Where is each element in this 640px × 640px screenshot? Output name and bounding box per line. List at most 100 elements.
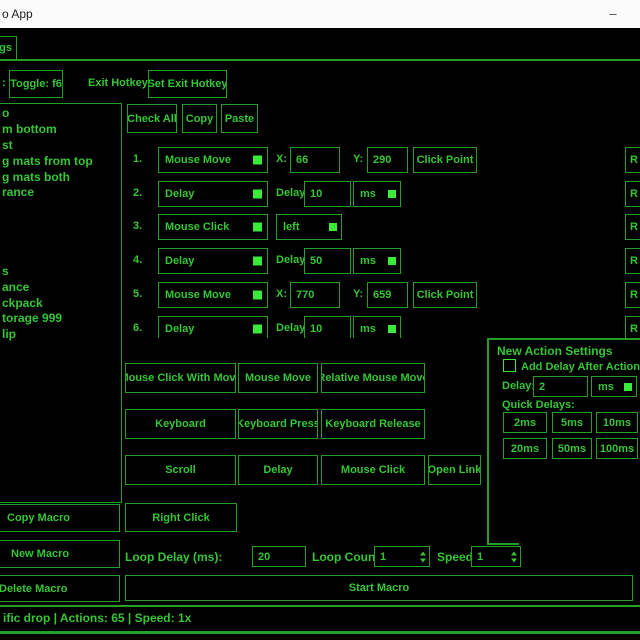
add-scroll-button[interactable]: Scroll <box>125 455 236 485</box>
y-input[interactable]: 659 <box>367 282 408 308</box>
tab-settings[interactable]: gs <box>0 36 17 60</box>
quick-delay-10ms-button[interactable]: 10ms <box>596 412 638 433</box>
stepper-down-icon[interactable] <box>511 558 517 562</box>
macro-list-item[interactable]: torage 999 <box>2 311 62 325</box>
quick-delay-100ms-button[interactable]: 100ms <box>596 438 638 459</box>
x-label: X: <box>276 153 287 165</box>
action-type-dropdown[interactable]: Delay <box>158 248 268 274</box>
stepper-down-icon[interactable] <box>420 558 426 562</box>
stepper-up-icon[interactable] <box>420 551 426 555</box>
quick-delay-5ms-button[interactable]: 5ms <box>552 412 592 433</box>
delay-input[interactable]: 10 <box>304 181 351 207</box>
delay-label: Delay <box>276 187 305 199</box>
stepper-arrows[interactable] <box>511 551 517 562</box>
unit-dropdown[interactable]: ms <box>353 248 401 274</box>
loop-delay-input[interactable]: 20 <box>252 546 306 567</box>
settings-panel-bottom-border <box>487 543 519 545</box>
add-delay-after-action-checkbox[interactable] <box>503 359 516 372</box>
quick-delay-2ms-button[interactable]: 2ms <box>503 412 547 433</box>
macro-list-item[interactable]: o <box>2 106 9 120</box>
speed-stepper[interactable]: 1 <box>471 546 521 567</box>
delay-input[interactable]: 50 <box>304 248 351 274</box>
macro-list-item[interactable]: g mats both <box>2 170 70 184</box>
macro-list-item[interactable]: g mats from top <box>2 154 93 168</box>
macro-list-item[interactable]: lip <box>2 327 16 341</box>
action-type-dropdown[interactable]: Mouse Move <box>158 147 268 173</box>
row-number: 4. <box>133 254 142 266</box>
add-mouse-click-with-move-button[interactable]: Mouse Click With Move <box>125 363 236 393</box>
macro-list-item[interactable]: st <box>2 138 13 152</box>
x-input[interactable]: 770 <box>290 282 340 308</box>
quick-delay-50ms-button[interactable]: 50ms <box>552 438 592 459</box>
macro-list-item[interactable]: m bottom <box>2 122 57 136</box>
loop-count-stepper[interactable]: 1 <box>374 546 430 567</box>
action-type-dropdown[interactable]: Delay <box>158 316 268 338</box>
macro-list-item[interactable]: s <box>2 264 9 278</box>
tab-content-border <box>0 59 640 61</box>
mouse-button-value: left <box>283 221 300 233</box>
remove-action-button[interactable]: R <box>625 147 640 173</box>
window-title: o App <box>2 7 33 21</box>
minimize-button[interactable]: – <box>598 0 628 26</box>
dropdown-indicator-icon <box>253 291 262 300</box>
copy-macro-button[interactable]: Copy Macro <box>0 504 120 532</box>
dropdown-indicator-icon <box>253 156 262 165</box>
copy-button[interactable]: Copy <box>182 104 217 133</box>
click-point-button[interactable]: Click Point <box>413 282 477 308</box>
action-type-dropdown[interactable]: Delay <box>158 181 268 207</box>
status-bar-top-border <box>0 605 640 607</box>
add-right-click-button[interactable]: Right Click <box>125 503 237 532</box>
settings-unit-dropdown[interactable]: ms <box>591 376 637 397</box>
remove-action-button[interactable]: R <box>625 316 640 338</box>
dropdown-indicator-icon <box>253 257 262 266</box>
row-number: 3. <box>133 220 142 232</box>
remove-action-button[interactable]: R <box>625 248 640 274</box>
toggle-hotkey-button[interactable]: Toggle: f6 <box>9 70 63 98</box>
add-mouse-click-button[interactable]: Mouse Click <box>321 455 425 485</box>
remove-action-button[interactable]: R <box>625 181 640 207</box>
remove-action-button[interactable]: R <box>625 282 640 308</box>
macro-list-item[interactable]: rance <box>2 185 34 199</box>
app-window: o App – gs : Toggle: f6 Exit Hotkey: Set… <box>0 0 640 640</box>
paste-button[interactable]: Paste <box>221 104 258 133</box>
stepper-up-icon[interactable] <box>511 551 517 555</box>
x-input[interactable]: 66 <box>290 147 340 173</box>
action-type-dropdown[interactable]: Mouse Click <box>158 214 268 240</box>
action-rows-scroll-area[interactable]: 1. Mouse Move X: 66 Y: 290 Click Point R… <box>125 140 640 338</box>
dropdown-indicator-icon <box>388 257 396 265</box>
unit-value: ms <box>360 255 376 267</box>
start-macro-button[interactable]: Start Macro <box>125 575 633 601</box>
status-bar-text: ific drop | Actions: 65 | Speed: 1x <box>3 611 191 625</box>
delay-input[interactable]: 10 <box>304 316 351 338</box>
stepper-arrows[interactable] <box>420 551 426 562</box>
settings-delay-input[interactable]: 2 <box>533 376 588 397</box>
add-keyboard-button[interactable]: Keyboard <box>125 409 236 439</box>
new-macro-button[interactable]: New Macro <box>0 540 120 568</box>
add-mouse-move-button[interactable]: Mouse Move <box>238 363 318 393</box>
macro-list-item[interactable]: ckpack <box>2 296 43 310</box>
set-exit-hotkey-button[interactable]: Set Exit Hotkey <box>148 70 227 98</box>
title-bar: o App – <box>0 0 640 28</box>
quick-delay-20ms-button[interactable]: 20ms <box>503 438 547 459</box>
add-open-link-button[interactable]: Open Link <box>428 455 481 485</box>
dropdown-indicator-icon <box>253 325 262 334</box>
unit-dropdown[interactable]: ms <box>353 316 401 338</box>
action-type-value: Delay <box>165 323 194 335</box>
add-delay-button[interactable]: Delay <box>238 455 318 485</box>
click-point-button[interactable]: Click Point <box>413 147 477 173</box>
add-keyboard-press-button[interactable]: Keyboard Press <box>238 409 318 439</box>
check-all-button[interactable]: Check All <box>127 104 177 133</box>
row-number: 6. <box>133 322 142 334</box>
unit-dropdown[interactable]: ms <box>353 181 401 207</box>
delete-macro-button[interactable]: Delete Macro <box>0 575 120 602</box>
macro-list-item[interactable]: ance <box>2 280 29 294</box>
mouse-button-dropdown[interactable]: left <box>276 214 342 240</box>
new-action-settings-title: New Action Settings <box>497 344 613 358</box>
action-type-dropdown[interactable]: Mouse Move <box>158 282 268 308</box>
loop-count-label: Loop Count: <box>312 550 383 564</box>
add-relative-mouse-move-button[interactable]: Relative Mouse Move <box>321 363 425 393</box>
y-input[interactable]: 290 <box>367 147 408 173</box>
add-keyboard-release-button[interactable]: Keyboard Release <box>321 409 425 439</box>
dropdown-indicator-icon <box>624 383 632 391</box>
remove-action-button[interactable]: R <box>625 214 640 240</box>
